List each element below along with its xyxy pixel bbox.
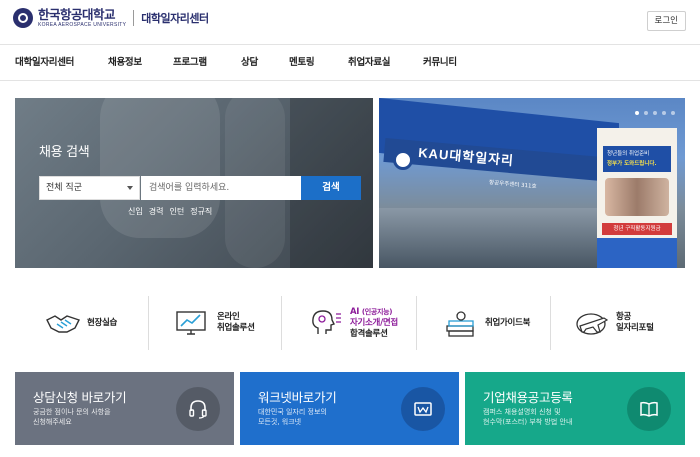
card-description: 대한민국 일자리 정보의 모든것, 워크넷	[258, 407, 327, 427]
logo-english-name: KOREA AEROSPACE UNIVERSITY	[38, 22, 127, 28]
site-header: 한국항공대학교 KOREA AEROSPACE UNIVERSITY 대학일자리…	[0, 0, 700, 45]
logo-korean-name: 한국항공대학교	[38, 7, 116, 22]
logo-text: 한국항공대학교 KOREA AEROSPACE UNIVERSITY	[38, 7, 127, 29]
logo-divider	[133, 10, 135, 26]
quick-menu-label: 취업가이드북	[485, 317, 531, 328]
slide-indicators	[635, 111, 675, 115]
poster-line2: 정부가 도와드립니다.	[607, 161, 657, 167]
card-desc-line2: 모든것, 워크넷	[258, 418, 302, 426]
slide-dot[interactable]	[671, 111, 675, 115]
quick-menu-label-ai-sub: (인공지능)	[361, 307, 393, 316]
divider	[148, 296, 149, 350]
login-button[interactable]: 로그인	[646, 11, 686, 31]
event-photo-banner[interactable]: KAU대학일자리 항공우주센터 311호 청년들의 취업준비 정부가 도와드립니…	[379, 98, 685, 268]
job-type-tag-fulltime[interactable]: 정규직	[190, 206, 212, 217]
job-type-tags: 신입 경력 인턴 정규직	[128, 206, 212, 217]
company-posting-card[interactable]: 기업채용공고등록 캠퍼스 채용설명회 신청 및 현수막(포스터) 부착 방법 안…	[465, 372, 685, 445]
divider	[550, 296, 551, 350]
quick-menu-label: AI (인공지능) 자기소개/면접 합격솔루션	[350, 307, 398, 340]
job-type-tag-newcomer[interactable]: 신입	[128, 206, 143, 217]
handshake-icon	[46, 315, 80, 333]
counseling-card[interactable]: 상담신청 바로가기 궁금한 점이나 문의 사항을 신청해주세요	[15, 372, 234, 445]
ai-head-icon	[312, 310, 341, 334]
headset-icon	[189, 400, 207, 419]
divider	[281, 296, 282, 350]
nav-item-mentoring[interactable]: 멘토링	[289, 45, 315, 81]
job-type-tag-intern[interactable]: 인턴	[169, 206, 184, 217]
job-search-button[interactable]: 검색	[301, 176, 361, 200]
banner-background-figure	[100, 98, 220, 238]
job-search-title: 채용 검색	[39, 145, 90, 160]
poster-base	[597, 238, 677, 268]
card-title: 기업채용공고등록	[483, 390, 573, 405]
quick-menu-label-line2: 일자리포털	[616, 323, 654, 333]
worknet-card[interactable]: 워크넷바로가기 대한민국 일자리 정보의 모든것, 워크넷	[240, 372, 459, 445]
poster-line1: 청년들의 취업준비	[607, 151, 650, 157]
quick-menu-label: 항공 일자리포털	[616, 312, 654, 334]
tent-sub-text: 항공우주센터 311호	[488, 179, 537, 191]
card-desc-line2: 현수막(포스터) 부착 방법 안내	[483, 418, 573, 426]
quick-menu-label-line3: 합격솔루션	[350, 328, 388, 339]
card-title: 상담신청 바로가기	[33, 390, 127, 405]
card-title: 워크넷바로가기	[258, 390, 337, 405]
nav-item-resources[interactable]: 취업자료실	[348, 45, 391, 81]
quick-menu-label: 현장실습	[87, 317, 118, 328]
nav-item-community[interactable]: 커뮤니티	[423, 45, 457, 81]
card-description: 캠퍼스 채용설명회 신청 및 현수막(포스터) 부착 방법 안내	[483, 407, 572, 427]
center-name: 대학일자리센터	[141, 12, 209, 25]
quick-menu-label-line1: 온라인	[217, 312, 240, 322]
quick-menu-ai-solution[interactable]: AI (인공지능) 자기소개/면접 합격솔루션	[308, 294, 398, 352]
poster-bottom-text: 청년 구직활동지원금	[602, 223, 672, 235]
job-type-tag-experienced[interactable]: 경력	[149, 206, 164, 217]
slide-dot[interactable]	[635, 111, 639, 115]
card-desc-line1: 캠퍼스 채용설명회 신청 및	[483, 408, 561, 416]
slide-dot[interactable]	[653, 111, 657, 115]
quick-menu-label-line1: 항공	[616, 312, 632, 322]
nav-item-jobs[interactable]: 채용정보	[108, 45, 142, 81]
slide-dot[interactable]	[662, 111, 666, 115]
card-desc-line1: 대한민국 일자리 정보의	[258, 408, 327, 416]
card-description: 궁금한 점이나 문의 사항을 신청해주세요	[33, 407, 111, 427]
airplane-globe-icon	[576, 313, 609, 335]
book-icon	[640, 401, 658, 417]
poster-people-image	[605, 178, 669, 216]
university-emblem-icon	[393, 150, 413, 170]
card-icon-circle	[401, 387, 445, 431]
site-logo[interactable]: 한국항공대학교 KOREA AEROSPACE UNIVERSITY 대학일자리…	[13, 8, 209, 28]
quick-menu-online-solution[interactable]: 온라인 취업솔루션	[175, 294, 255, 352]
job-search-input[interactable]	[141, 176, 301, 200]
quick-menu-field-practice[interactable]: 현장실습	[45, 294, 117, 352]
card-icon-circle	[176, 387, 220, 431]
card-desc-line1: 궁금한 점이나 문의 사항을	[33, 408, 111, 416]
quick-menu-aviation-portal[interactable]: 항공 일자리포털	[574, 294, 654, 352]
chevron-down-icon	[127, 186, 133, 190]
quick-menu-label-ai: AI	[350, 306, 360, 317]
slide-dot[interactable]	[644, 111, 648, 115]
card-icon-circle	[627, 387, 671, 431]
nav-item-counseling[interactable]: 상담	[241, 45, 258, 81]
worknet-icon	[414, 402, 432, 416]
books-icon	[446, 311, 474, 337]
main-nav: 대학일자리센터 채용정보 프로그램 상담 멘토링 취업자료실 커뮤니티	[0, 45, 700, 81]
nav-item-center[interactable]: 대학일자리센터	[15, 45, 74, 81]
quick-menu-label: 온라인 취업솔루션	[217, 312, 255, 334]
divider	[416, 296, 417, 350]
job-category-select-value: 전체 직군	[46, 183, 82, 193]
event-poster: 청년들의 취업준비 정부가 도와드립니다. 청년 구직활동지원금	[597, 128, 677, 268]
job-search-banner: 채용 검색 전체 직군 검색 신입 경력 인턴 정규직	[15, 98, 373, 268]
job-category-select[interactable]: 전체 직군	[39, 176, 140, 200]
monitor-chart-icon	[176, 311, 206, 335]
quick-menu-guidebook[interactable]: 취업가이드북	[443, 294, 530, 352]
crowd-area	[379, 208, 609, 268]
university-emblem-icon	[13, 8, 33, 28]
quick-menu-label-line2: 취업솔루션	[217, 323, 255, 333]
quick-menu-label-line2: 자기소개/면접	[350, 317, 398, 328]
card-desc-line2: 신청해주세요	[33, 418, 72, 426]
nav-item-programs[interactable]: 프로그램	[173, 45, 207, 81]
